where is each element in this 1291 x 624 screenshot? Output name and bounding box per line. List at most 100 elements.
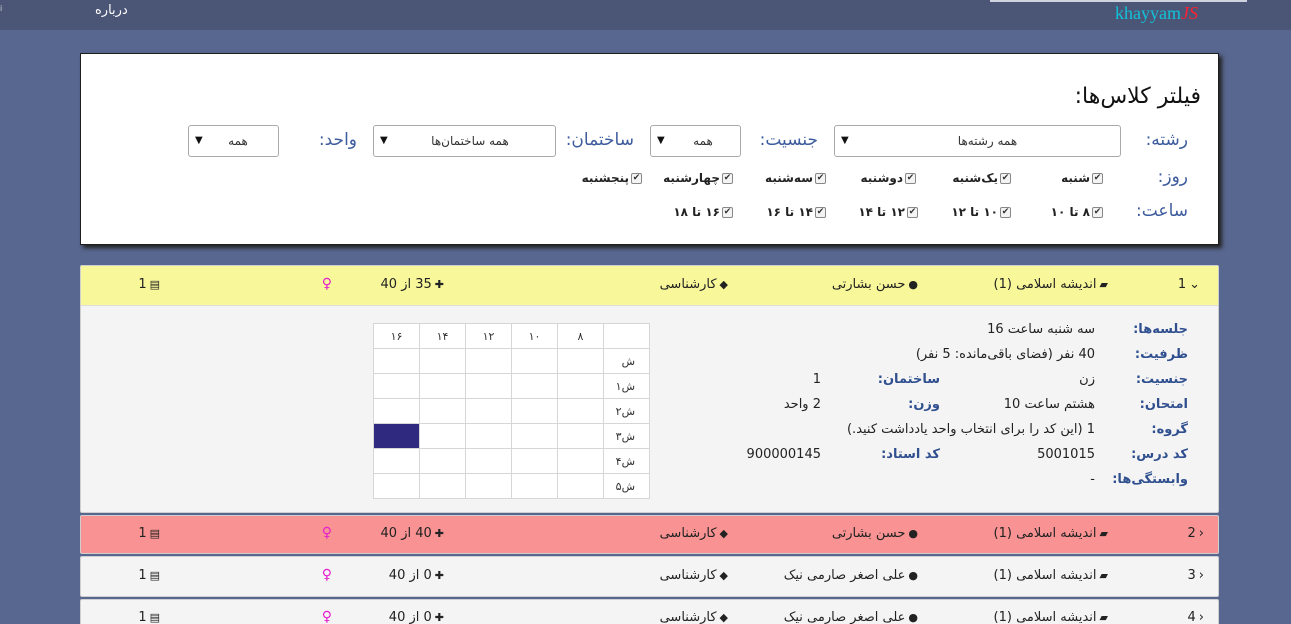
schedule-cell — [557, 473, 604, 499]
hours-label: ساعت: — [1136, 201, 1188, 221]
unit-select[interactable]: ▼ همه — [188, 125, 279, 157]
gender-label: جنسیت: — [759, 130, 818, 150]
user-icon: ● — [908, 569, 918, 582]
teacher-code-value: 900000145 — [746, 447, 821, 462]
filter-title: فیلتر کلاس‌ها: — [1074, 84, 1201, 109]
book-icon: ▰ — [1099, 278, 1108, 291]
schedule-day: ۵ش — [603, 473, 650, 499]
graduation-cap-icon: ◆ — [719, 527, 728, 540]
day-checkbox-thu[interactable]: ✔ پنجشنبه — [582, 171, 642, 185]
check-square-icon: ✔ — [815, 172, 826, 184]
class-row[interactable]: ‹ 4 ▰ اندیشه اسلامی (1) ● علی اصغر صارمی نی… — [80, 599, 1219, 624]
class-row-full[interactable]: ‹ 2 ▰ اندیشه اسلامی (1) ● حسن بشارتی ◆ کارشن… — [80, 515, 1219, 554]
check-square-icon: ✔ — [1092, 172, 1103, 184]
about-link[interactable]: درباره — [95, 3, 128, 18]
hour-checkbox-10-12[interactable]: ✔ ۱۰ تا ۱۲ — [951, 205, 1011, 219]
schedule-cell-occupied — [373, 423, 420, 449]
schedule-cell — [419, 398, 466, 424]
day-checkbox-sat[interactable]: ✔ شنبه — [1061, 171, 1103, 185]
chevron-left-icon: ‹ — [1198, 610, 1204, 624]
row-toggle[interactable]: ‹ 4 — [1188, 610, 1204, 624]
building-icon: ▤ — [149, 527, 160, 540]
row-toggle[interactable]: ⌄ 1 — [1178, 277, 1200, 292]
day-checkbox-wed[interactable]: ✔ چهارشنبه — [663, 171, 733, 185]
day-checkbox-sun[interactable]: ✔ یک‌شنبه — [952, 171, 1011, 185]
chevron-left-icon: ‹ — [1198, 568, 1204, 583]
schedule-cell — [465, 398, 512, 424]
course-name: ▰ اندیشه اسلامی (1) — [993, 610, 1108, 624]
schedule-cell — [419, 423, 466, 449]
building-detail-value: 1 — [812, 372, 821, 387]
schedule-cell — [557, 448, 604, 474]
female-icon: ♀ — [321, 609, 332, 624]
schedule-cell — [419, 348, 466, 374]
row-toggle[interactable]: ‹ 3 — [1188, 568, 1204, 583]
exam-label: امتحان: — [1139, 397, 1188, 412]
day-checkbox-mon[interactable]: ✔ دوشنبه — [861, 171, 916, 185]
weekly-schedule-grid: ۱۶ ۱۴ ۱۲ ۱۰ ۸ ش ۱ش ۲ش ۳ش ۴ش ۵ش — [373, 323, 650, 499]
class-row-expanded[interactable]: ⌄ 1 ▰ اندیشه اسلامی (1) ● حسن بشارتی ◆ کارشن… — [80, 265, 1219, 513]
row-toggle[interactable]: ‹ 2 — [1188, 526, 1204, 541]
schedule-cell — [373, 448, 420, 474]
units-count: ▤ 1 — [138, 568, 160, 583]
degree-level: ◆ کارشناسی — [659, 568, 728, 583]
user-plus-icon: ✚ — [434, 278, 444, 291]
caret-down-icon: ▼ — [841, 135, 849, 146]
dependencies-label: وابستگی‌ها: — [1112, 472, 1188, 487]
user-plus-icon: ✚ — [434, 569, 444, 582]
schedule-corner — [603, 323, 650, 349]
day-checkbox-tue[interactable]: ✔ سه‌شنبه — [765, 171, 826, 185]
user-icon: ● — [908, 278, 918, 291]
schedule-cell — [373, 348, 420, 374]
schedule-day: ش — [603, 348, 650, 374]
brand-logo[interactable]: khayyamJS — [1115, 3, 1198, 24]
schedule-row: ۱ش — [373, 373, 650, 399]
course-code-value: 5001015 — [1037, 447, 1095, 462]
units-count: ▤ 1 — [138, 277, 160, 292]
schedule-row: ۲ش — [373, 398, 650, 424]
schedule-hour: ۸ — [557, 323, 604, 349]
dependencies-value: - — [1090, 472, 1095, 487]
schedule-cell — [557, 348, 604, 374]
schedule-cell — [511, 398, 558, 424]
hour-checkbox-16-18[interactable]: ✔ ۱۶ تا ۱۸ — [673, 205, 733, 219]
teacher-name: ● علی اصغر صارمی نیک — [783, 610, 918, 624]
degree-level: ◆ کارشناسی — [659, 610, 728, 624]
building-select[interactable]: ▼ همه ساختمان‌ها — [373, 125, 556, 157]
schedule-row: ۳ش — [373, 423, 650, 449]
building-icon: ▤ — [149, 278, 160, 291]
user-plus-icon: ✚ — [434, 527, 444, 540]
hour-checkbox-14-16[interactable]: ✔ ۱۴ تا ۱۶ — [766, 205, 826, 219]
schedule-cell — [511, 348, 558, 374]
schedule-cell — [557, 423, 604, 449]
teacher-name: ● علی اصغر صارمی نیک — [783, 568, 918, 583]
field-select[interactable]: ▼ همه رشته‌ها — [834, 125, 1121, 157]
degree-level: ◆ کارشناسی — [659, 526, 728, 541]
schedule-cell — [557, 398, 604, 424]
top-search-line[interactable] — [990, 0, 1247, 2]
gender-value: زن — [1079, 372, 1095, 387]
schedule-cell — [465, 473, 512, 499]
unit-label: واحد: — [318, 130, 357, 150]
check-square-icon: ✔ — [815, 206, 826, 218]
degree-level: ◆ کارشناسی — [659, 277, 728, 292]
weight-value: 2 واحد — [783, 397, 821, 412]
schedule-cell — [465, 448, 512, 474]
course-name: ▰ اندیشه اسلامی (1) — [993, 568, 1108, 583]
hour-checkbox-8-10[interactable]: ✔ ۸ تا ۱۰ — [1051, 205, 1103, 219]
gender-select[interactable]: ▼ همه — [650, 125, 741, 157]
female-icon: ♀ — [321, 525, 332, 541]
capacity-value: 40 نفر (فضای باقی‌مانده: 5 نفر) — [915, 347, 1095, 362]
check-square-icon: ✔ — [722, 172, 733, 184]
schedule-day: ۲ش — [603, 398, 650, 424]
class-row[interactable]: ‹ 3 ▰ اندیشه اسلامی (1) ● علی اصغر صارمی نی… — [80, 556, 1219, 597]
check-square-icon: ✔ — [1092, 206, 1103, 218]
hour-checkbox-12-14[interactable]: ✔ ۱۲ تا ۱۴ — [858, 205, 918, 219]
user-plus-icon: ✚ — [434, 611, 444, 624]
filter-panel: فیلتر کلاس‌ها: رشته: ▼ همه رشته‌ها جنسیت… — [80, 53, 1219, 245]
schedule-hour: ۱۶ — [373, 323, 420, 349]
course-name: ▰ اندیشه اسلامی (1) — [993, 277, 1108, 292]
schedule-row: ش — [373, 348, 650, 374]
sessions-label: جلسه‌ها: — [1133, 322, 1188, 337]
class-row-header[interactable]: ⌄ 1 ▰ اندیشه اسلامی (1) ● حسن بشارتی ◆ کارشن… — [81, 266, 1218, 306]
